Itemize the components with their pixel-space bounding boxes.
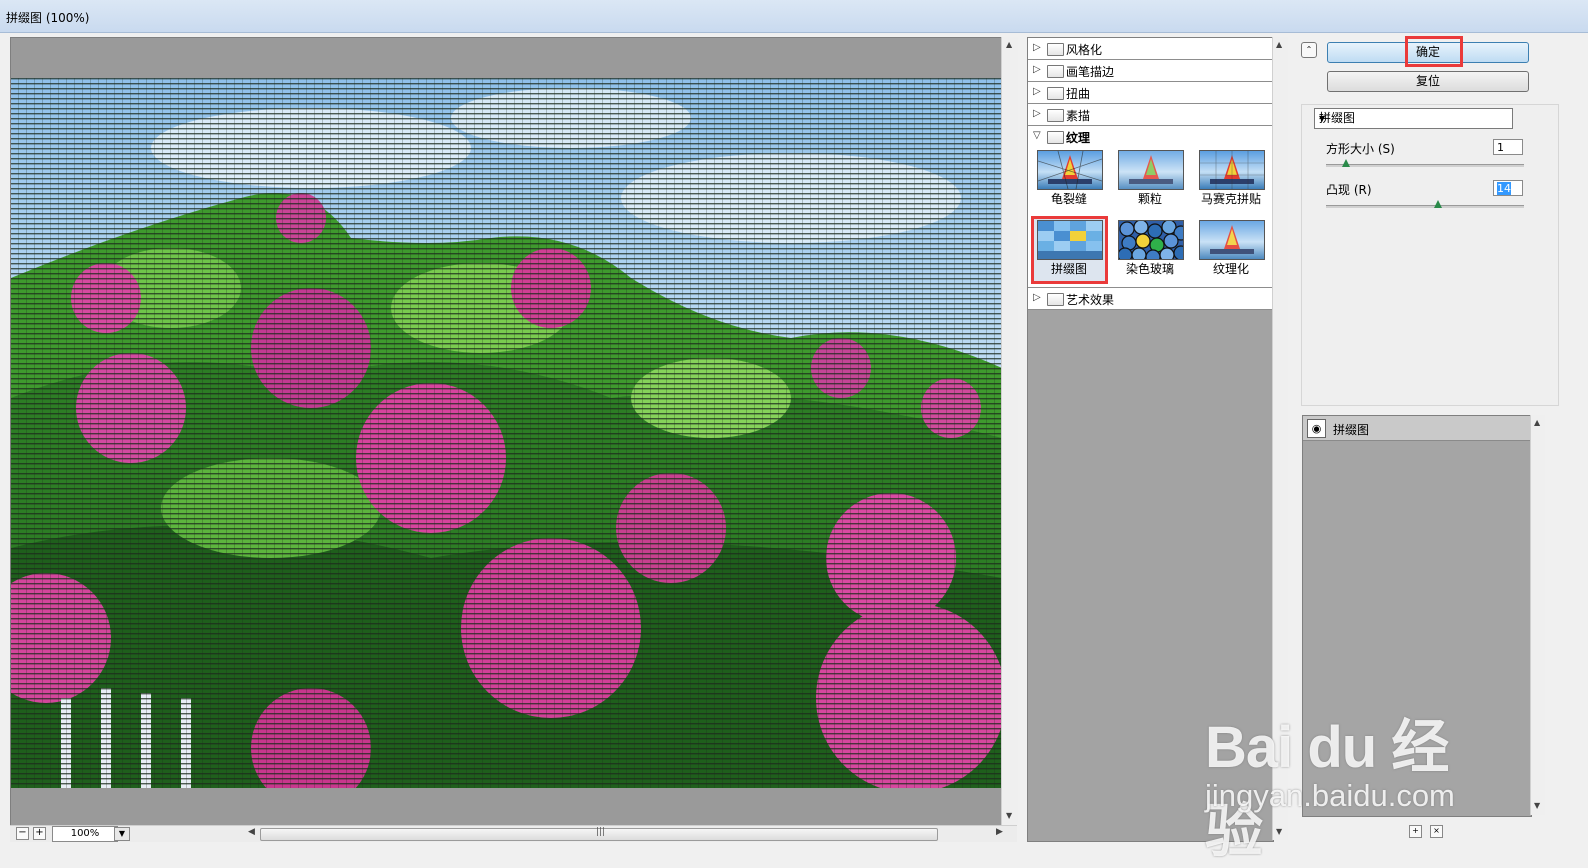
filter-label-stained-glass[interactable]: 染色玻璃 <box>1110 260 1190 277</box>
reset-button[interactable]: 复位 <box>1327 71 1529 92</box>
window-title: 拼缀图 (100%) <box>6 11 90 25</box>
filter-label-grain[interactable]: 颗粒 <box>1110 190 1190 207</box>
expand-triangle-icon[interactable]: ▷ <box>1033 42 1041 53</box>
relief-label: 凸现 (R) <box>1326 183 1372 197</box>
zoom-in-button[interactable]: + <box>33 827 46 840</box>
collapse-triangle-icon[interactable]: ▽ <box>1033 130 1041 141</box>
thumb-texturizer[interactable] <box>1199 220 1265 260</box>
preview-horizontal-scrollbar[interactable]: ◀ ||| ▶ <box>248 827 1008 841</box>
square-size-input[interactable]: 1 <box>1493 139 1523 155</box>
filter-label-texturizer[interactable]: 纹理化 <box>1191 260 1271 277</box>
watermark-url: jingyan.baidu.com <box>1205 778 1455 813</box>
scroll-down-icon[interactable]: ▼ <box>1006 811 1012 820</box>
scroll-up-icon[interactable]: ▲ <box>1276 40 1282 49</box>
grip-icon: ||| <box>596 827 606 837</box>
zoom-level-field[interactable]: 100% <box>52 826 118 842</box>
collapse-gallery-button[interactable]: ⌃ <box>1301 42 1317 58</box>
category-stylize[interactable]: ▷ 风格化 <box>1028 38 1273 60</box>
baidu-watermark: Bai du 经验 jingyan.baidu.com <box>1205 690 1495 864</box>
chevron-down-icon: ▼ <box>1319 114 1326 123</box>
scroll-right-icon[interactable]: ▶ <box>996 827 1003 837</box>
folder-open-icon <box>1047 131 1064 144</box>
slider-thumb[interactable] <box>1342 159 1350 167</box>
preview-canvas[interactable] <box>10 37 1003 827</box>
preview-image <box>11 78 1002 788</box>
slider-thumb[interactable] <box>1434 200 1442 208</box>
expand-triangle-icon[interactable]: ▷ <box>1033 64 1041 75</box>
patchwork-preview-image <box>11 78 1002 788</box>
scroll-up-icon[interactable]: ▲ <box>1534 418 1540 427</box>
category-texture[interactable]: ▽ 纹理 <box>1028 126 1273 148</box>
scroll-left-icon[interactable]: ◀ <box>248 827 255 837</box>
thumb-patchwork[interactable] <box>1037 220 1103 260</box>
horizontal-scroll-thumb[interactable]: ||| <box>260 827 938 841</box>
expand-triangle-icon[interactable]: ▷ <box>1033 86 1041 97</box>
folder-icon <box>1047 65 1064 78</box>
texture-filter-thumbnails: 龟裂缝 颗粒 马赛克拼贴 拼缀图 染色玻璃 纹理化 <box>1028 147 1273 288</box>
thumb-stained-glass[interactable] <box>1118 220 1184 260</box>
category-artistic[interactable]: ▷ 艺术效果 <box>1028 288 1273 310</box>
effect-layer-row[interactable]: ◉ 拼缀图 <box>1303 416 1531 441</box>
category-brush-strokes[interactable]: ▷ 画笔描边 <box>1028 60 1273 82</box>
ok-button-highlight <box>1405 36 1463 67</box>
preview-bottom-bar: − + 100% ▼ ◀ ||| ▶ <box>10 825 1017 842</box>
category-sketch[interactable]: ▷ 素描 <box>1028 104 1273 126</box>
layers-scrollbar[interactable]: ▲ ▼ <box>1530 415 1545 815</box>
zoom-dropdown-icon[interactable]: ▼ <box>114 827 130 841</box>
preview-vertical-scrollbar[interactable]: ▲ ▼ <box>1001 37 1018 825</box>
relief-slider[interactable] <box>1326 200 1524 208</box>
thumb-grain[interactable] <box>1118 150 1184 190</box>
scroll-down-icon[interactable]: ▼ <box>1534 801 1540 810</box>
folder-icon <box>1047 293 1064 306</box>
filter-label-mosaic-tiles[interactable]: 马赛克拼贴 <box>1191 190 1271 207</box>
expand-triangle-icon[interactable]: ▷ <box>1033 292 1041 303</box>
zoom-out-button[interactable]: − <box>16 827 29 840</box>
eye-icon[interactable]: ◉ <box>1307 419 1326 438</box>
folder-icon <box>1047 43 1064 56</box>
filter-label-patchwork[interactable]: 拼缀图 <box>1029 260 1109 277</box>
relief-input[interactable]: 14 <box>1493 180 1523 196</box>
thumb-craquelure[interactable] <box>1037 150 1103 190</box>
folder-icon <box>1047 109 1064 122</box>
scroll-up-icon[interactable]: ▲ <box>1006 40 1012 49</box>
double-chevron-up-icon: ⌃ <box>1305 45 1313 54</box>
thumb-mosaic-tiles[interactable] <box>1199 150 1265 190</box>
square-size-label: 方形大小 (S) <box>1326 142 1395 156</box>
category-distort[interactable]: ▷ 扭曲 <box>1028 82 1273 104</box>
folder-icon <box>1047 87 1064 100</box>
expand-triangle-icon[interactable]: ▷ <box>1033 108 1041 119</box>
filter-label-craquelure[interactable]: 龟裂缝 <box>1029 190 1109 207</box>
square-size-slider[interactable] <box>1326 159 1524 167</box>
window-titlebar: 拼缀图 (100%) <box>0 0 1588 33</box>
filter-select[interactable]: 拼缀图 ▼ <box>1314 108 1513 129</box>
